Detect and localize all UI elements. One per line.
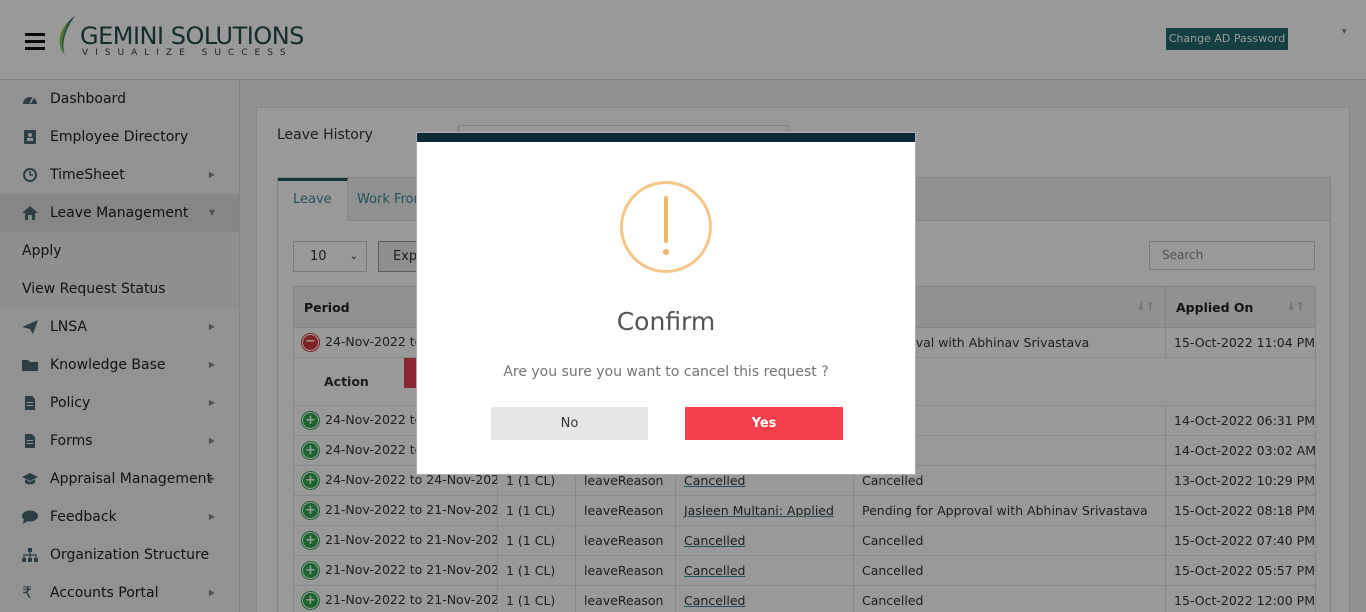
yes-button[interactable]: Yes [685,407,843,440]
warning-icon [620,181,712,273]
confirm-dialog: Confirm Are you sure you want to cancel … [416,132,916,475]
dialog-title: Confirm [616,307,716,336]
dialog-header-bar [417,133,915,142]
dialog-message: Are you sure you want to cancel this req… [503,364,829,380]
no-button[interactable]: No [491,407,648,440]
